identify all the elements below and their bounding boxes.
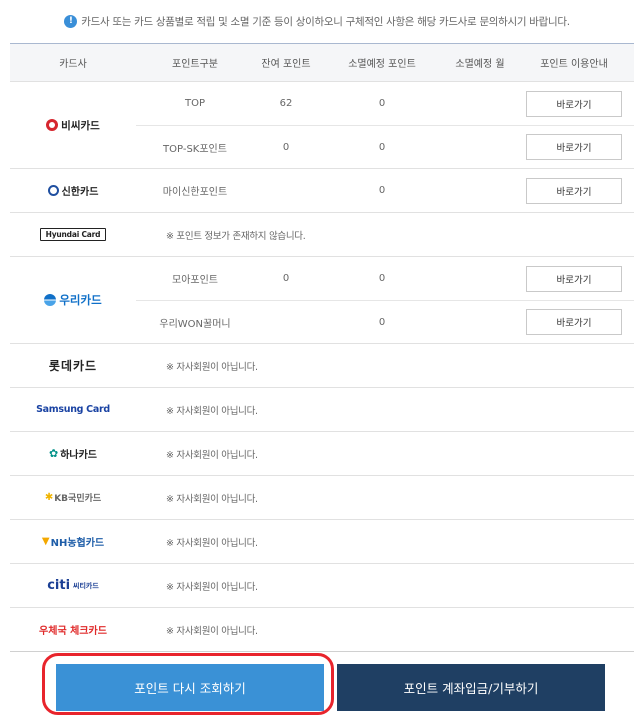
point-expiring: 0 — [378, 141, 386, 153]
card-group-samsung: Samsung Card ※ 자사회원이 아닙니다. — [10, 388, 634, 432]
hana-logo-icon: ✿ — [48, 447, 59, 460]
not-member-message: ※ 자사회원이 아닙니다. — [166, 537, 258, 549]
card-logo-cell: 신한카드 — [10, 169, 136, 212]
table-row: 마이신한포인트 0 바로가기 — [136, 169, 634, 212]
card-logo-cell: ✱ KB국민카드 — [10, 476, 136, 519]
header-card-company: 카드사 — [59, 59, 87, 70]
card-logo-cell: 롯데카드 — [10, 344, 136, 387]
shinhan-card-logo: 신한카드 — [47, 183, 98, 198]
point-balance: 62 — [279, 98, 293, 109]
card-logo-cell: ✿ 하나카드 — [10, 432, 136, 475]
citi-card-logo: citi 씨티카드 — [47, 578, 99, 593]
card-group-hana: ✿ 하나카드 ※ 자사회원이 아닙니다. — [10, 432, 634, 476]
transfer-donate-button[interactable]: 포인트 계좌입금/기부하기 — [337, 664, 605, 711]
card-group-hyundai: Hyundai Card ※ 포인트 정보가 존재하지 않습니다. — [10, 213, 634, 257]
action-button-area: 포인트 다시 조회하기 포인트 계좌입금/기부하기 — [0, 652, 634, 718]
point-type: 마이신한포인트 — [162, 187, 228, 198]
not-member-message: ※ 자사회원이 아닙니다. — [166, 625, 258, 637]
card-logo-cell: 우리카드 — [10, 257, 136, 343]
bc-logo-icon — [46, 119, 59, 131]
hana-card-logo: ✿ 하나카드 — [48, 447, 98, 461]
table-header: 카드사 포인트구분 잔여 포인트 소멸예정 포인트 소멸예정 월 포인트 이용안… — [10, 44, 634, 82]
card-logo-cell: 우체국 체크카드 — [10, 608, 136, 651]
header-point-type: 포인트구분 — [172, 59, 218, 70]
hyundai-card-logo: Hyundai Card — [39, 228, 107, 241]
card-logo-cell: 비씨카드 — [10, 82, 136, 168]
card-logo-cell: citi 씨티카드 — [10, 564, 136, 607]
nh-card-logo: ▼ NH농협카드 — [41, 536, 105, 549]
point-type: TOP-SK포인트 — [163, 143, 227, 155]
table-row: ※ 자사회원이 아닙니다. — [136, 608, 634, 651]
points-table: 카드사 포인트구분 잔여 포인트 소멸예정 포인트 소멸예정 월 포인트 이용안… — [10, 43, 634, 652]
card-group-lotte: 롯데카드 ※ 자사회원이 아닙니다. — [10, 344, 634, 388]
bc-card-logo: 비씨카드 — [46, 118, 100, 133]
point-expiring: 0 — [378, 185, 386, 196]
point-type: 우리WON꿀머니 — [159, 318, 231, 330]
point-expiring: 0 — [378, 316, 386, 328]
samsung-card-logo: Samsung Card — [36, 404, 110, 415]
go-button-bc-top-sk[interactable]: 바로가기 — [526, 134, 622, 160]
header-balance: 잔여 포인트 — [261, 59, 311, 70]
point-balance: 0 — [282, 141, 290, 153]
table-row: ※ 자사회원이 아닙니다. — [136, 344, 634, 387]
header-usage-guide: 포인트 이용안내 — [540, 59, 608, 70]
point-expiring: 0 — [378, 98, 386, 109]
table-row: ※ 자사회원이 아닙니다. — [136, 388, 634, 431]
go-button-woori-won[interactable]: 바로가기 — [526, 309, 622, 335]
card-group-kb: ✱ KB국민카드 ※ 자사회원이 아닙니다. — [10, 476, 634, 520]
kb-card-logo: ✱ KB국민카드 — [44, 492, 102, 504]
table-row: ※ 자사회원이 아닙니다. — [136, 432, 634, 475]
point-type: 모아포인트 — [172, 275, 218, 286]
lotte-card-logo: 롯데카드 — [48, 359, 98, 373]
not-member-message: ※ 자사회원이 아닙니다. — [166, 449, 258, 461]
card-group-citi: citi 씨티카드 ※ 자사회원이 아닙니다. — [10, 564, 634, 608]
go-button-bc-top[interactable]: 바로가기 — [526, 90, 622, 117]
go-button-shinhan[interactable]: 바로가기 — [526, 177, 622, 204]
woori-card-logo: 우리카드 — [44, 292, 102, 308]
not-member-message: ※ 자사회원이 아닙니다. — [166, 361, 258, 373]
notice-bar: ! 카드사 또는 카드 상품별로 적립 및 소멸 기준 등이 상이하오니 구체적… — [0, 0, 634, 42]
table-row: TOP-SK포인트 0 0 바로가기 — [136, 125, 634, 168]
table-row: ※ 자사회원이 아닙니다. — [136, 564, 634, 607]
point-balance: 0 — [282, 273, 290, 284]
not-member-message: ※ 자사회원이 아닙니다. — [166, 405, 258, 417]
card-group-nh: ▼ NH농협카드 ※ 자사회원이 아닙니다. — [10, 520, 634, 564]
card-logo-cell: Samsung Card — [10, 388, 136, 431]
header-expiring-month: 소멸예정 월 — [455, 59, 505, 70]
notice-text: 카드사 또는 카드 상품별로 적립 및 소멸 기준 등이 상이하오니 구체적인 … — [81, 15, 570, 28]
card-logo-cell: ▼ NH농협카드 — [10, 520, 136, 563]
go-button-woori-moa[interactable]: 바로가기 — [526, 265, 622, 292]
card-group-shinhan: 신한카드 마이신한포인트 0 바로가기 — [10, 169, 634, 213]
card-logo-cell: Hyundai Card — [10, 213, 136, 256]
header-expiring-points: 소멸예정 포인트 — [348, 59, 416, 70]
info-icon: ! — [64, 14, 78, 28]
table-row: ※ 자사회원이 아닙니다. — [136, 520, 634, 563]
no-info-message: ※ 포인트 정보가 존재하지 않습니다. — [166, 230, 306, 242]
table-row: ※ 포인트 정보가 존재하지 않습니다. — [136, 213, 634, 256]
table-row: ※ 자사회원이 아닙니다. — [136, 476, 634, 519]
card-group-woori: 우리카드 모아포인트 0 0 바로가기 우리WON꿀머니 0 바로가기 — [10, 257, 634, 344]
card-group-post: 우체국 체크카드 ※ 자사회원이 아닙니다. — [10, 608, 634, 652]
kb-star-icon: ✱ — [44, 492, 54, 503]
refresh-points-button[interactable]: 포인트 다시 조회하기 — [56, 664, 324, 711]
post-check-card-logo: 우체국 체크카드 — [39, 626, 107, 637]
table-row: TOP 62 0 바로가기 — [136, 82, 634, 125]
woori-logo-icon — [44, 294, 57, 306]
table-row: 우리WON꿀머니 0 바로가기 — [136, 300, 634, 343]
table-row: 모아포인트 0 0 바로가기 — [136, 257, 634, 300]
point-expiring: 0 — [378, 273, 386, 284]
point-type: TOP — [184, 98, 205, 109]
not-member-message: ※ 자사회원이 아닙니다. — [166, 581, 258, 593]
nh-logo-icon: ▼ — [41, 536, 50, 547]
card-group-bc: 비씨카드 TOP 62 0 바로가기 TOP-SK포인트 0 0 바로가기 — [10, 82, 634, 169]
not-member-message: ※ 자사회원이 아닙니다. — [166, 493, 258, 505]
shinhan-logo-icon — [47, 185, 59, 196]
